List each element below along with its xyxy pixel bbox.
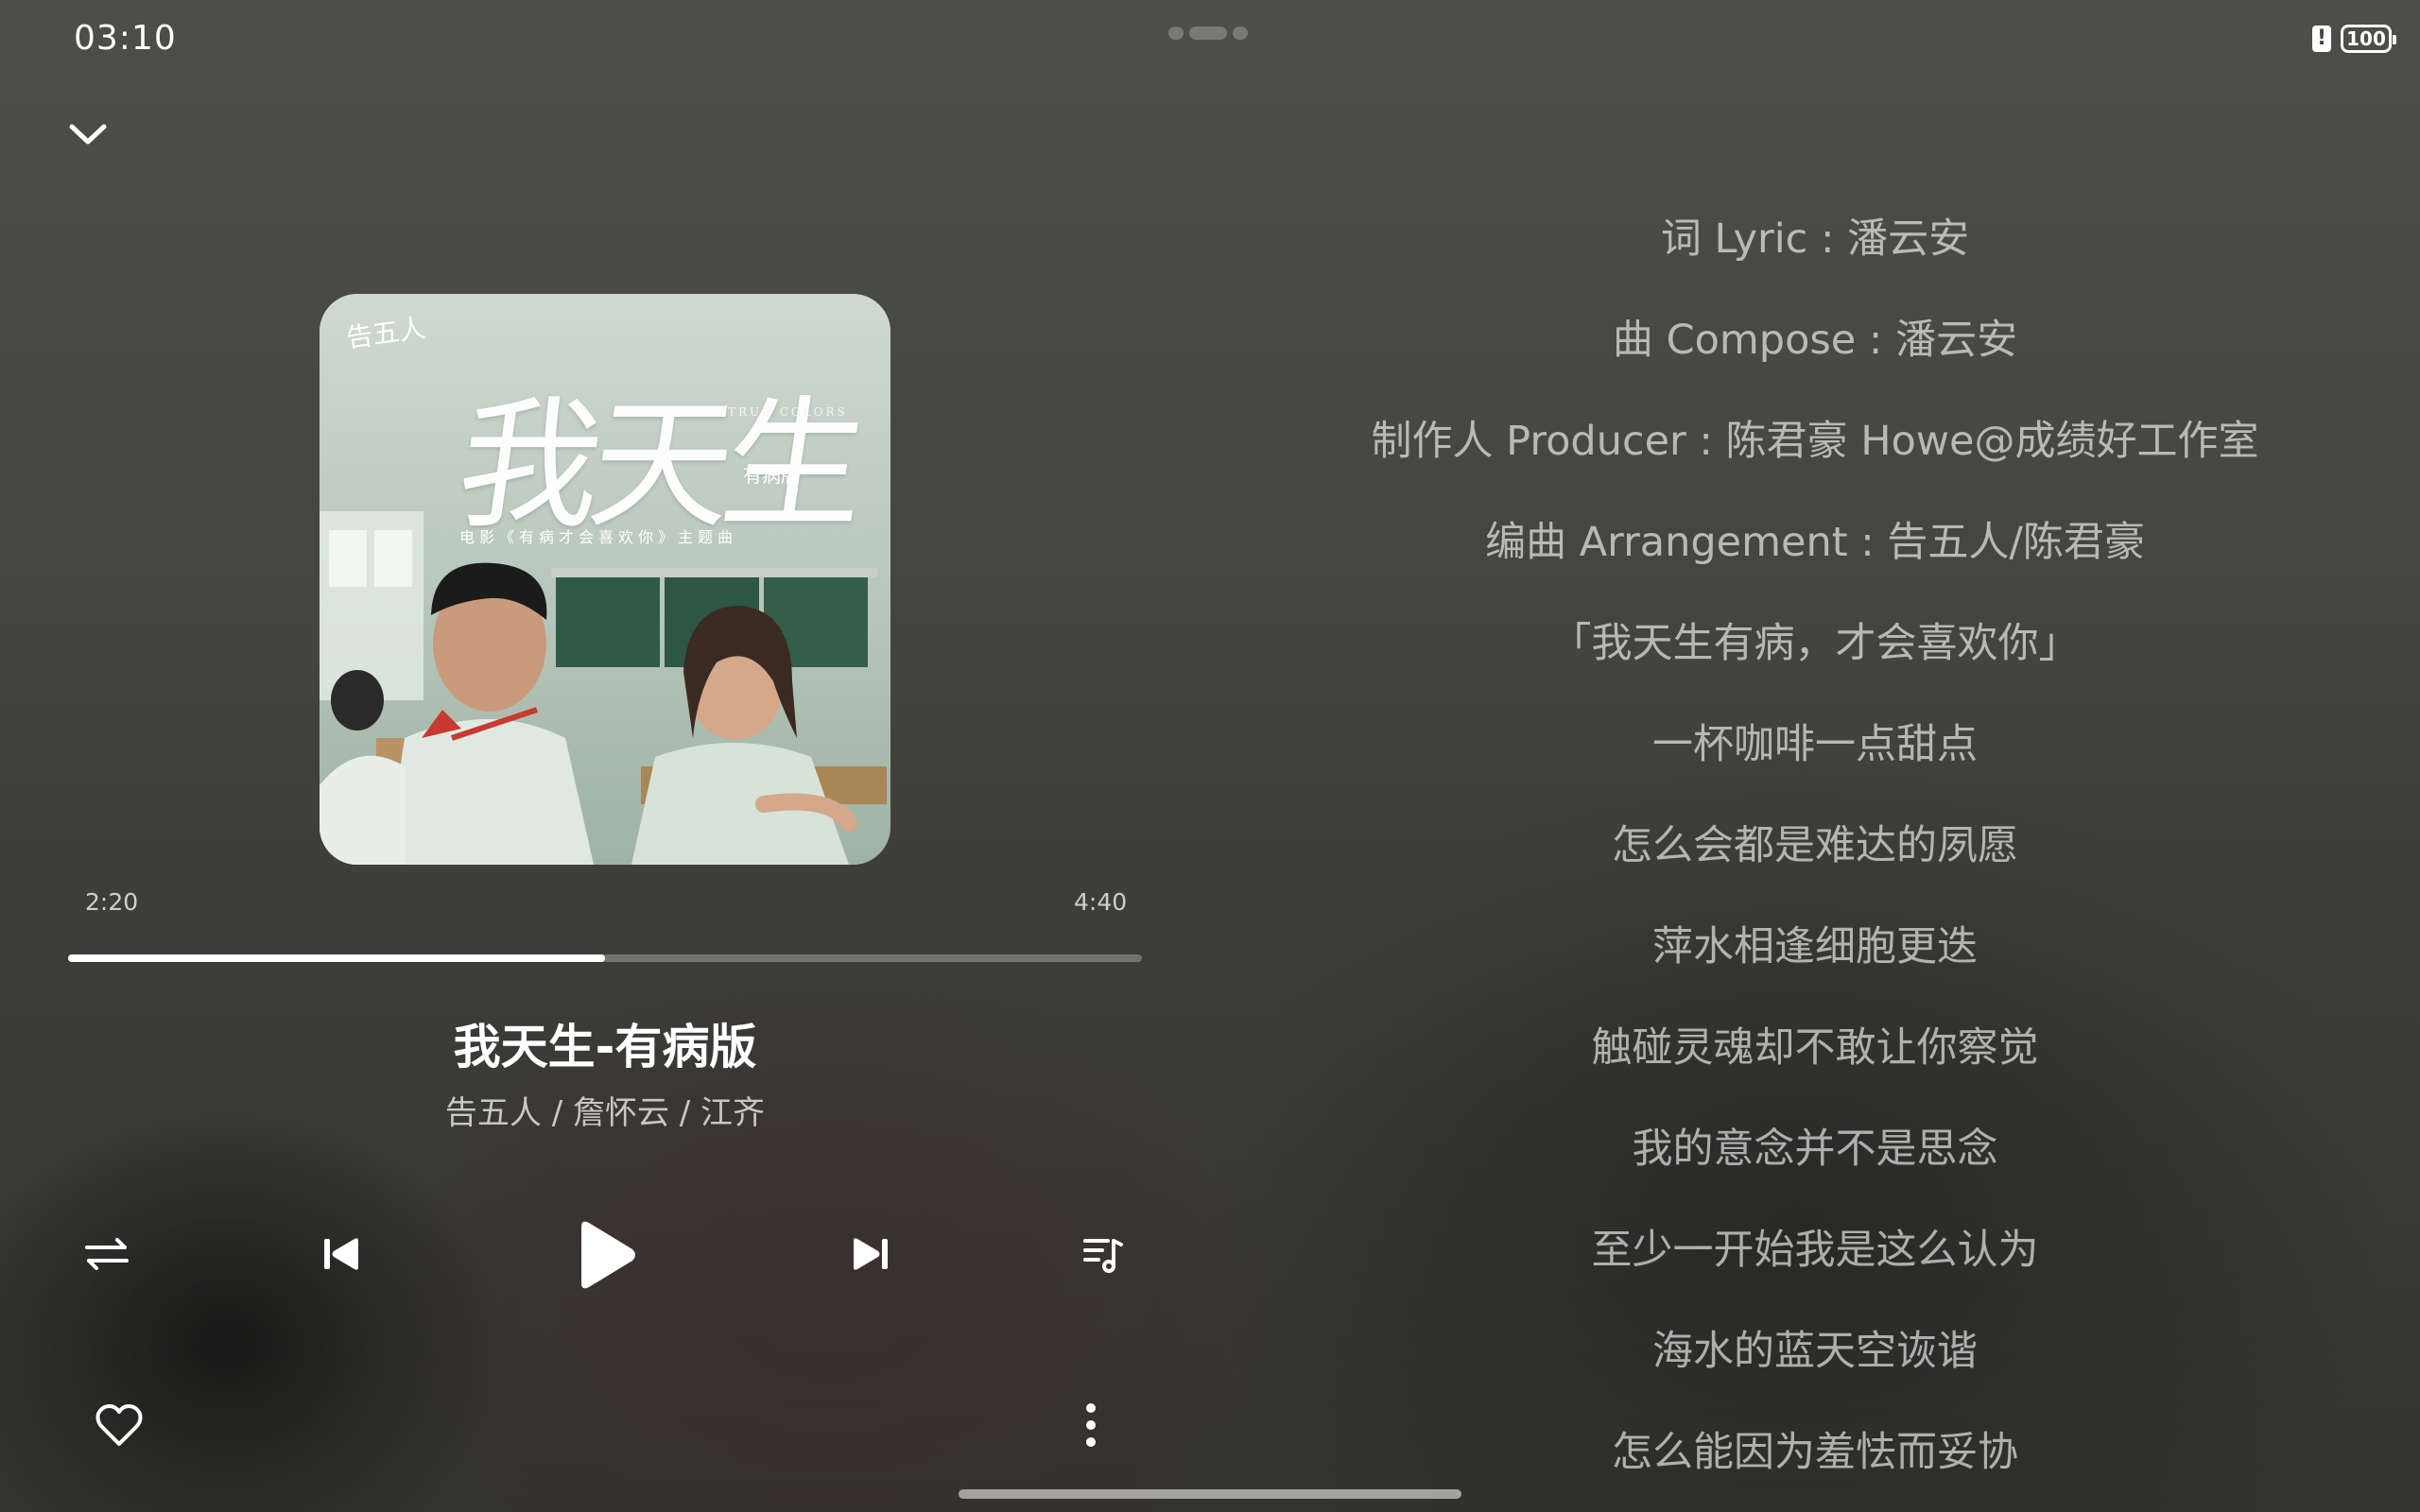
play-icon [581, 1221, 635, 1289]
lyric-line[interactable]: 怎么能因为羞怯而妥协 [1210, 1419, 2420, 1478]
lyric-line[interactable]: 一杯咖啡一点甜点 [1210, 712, 2420, 770]
lyric-line[interactable]: 海水的蓝天空诙谐 [1210, 1318, 2420, 1377]
lyric-line[interactable]: 编曲 Arrangement : 告五人/陈君豪 [1210, 509, 2420, 568]
lyric-line[interactable]: 制作人 Producer : 陈君豪 Howe@成绩好工作室 [1210, 408, 2420, 467]
total-time: 4:40 [1074, 888, 1128, 916]
home-indicator[interactable] [959, 1489, 1461, 1499]
song-title: 我天生-有病版 [453, 1020, 757, 1074]
lyric-line[interactable]: 怎么会都是难达的夙愿 [1210, 813, 2420, 871]
status-time: 03:10 [74, 19, 177, 58]
lyric-line[interactable]: 「我天生有病，才会喜欢你」 [1210, 610, 2420, 669]
previous-button[interactable] [316, 1228, 367, 1280]
lyric-line[interactable]: 曲 Compose : 潘云安 [1210, 307, 2420, 366]
album-title-en: TRUE COLORS [728, 405, 848, 419]
repeat-order-icon [85, 1238, 129, 1270]
progress-bar[interactable] [68, 954, 1142, 962]
skip-next-icon [854, 1238, 888, 1270]
progress-fill [68, 954, 605, 962]
playlist-icon [1083, 1239, 1123, 1273]
lyrics-panel[interactable]: 词 Lyric : 潘云安 曲 Compose : 潘云安 制作人 Produc… [1210, 0, 2420, 1512]
album-cover[interactable]: 告五人 我天生 TRUE COLORS 有病版 电影《有病才会喜欢你》主题曲 [320, 294, 890, 865]
play-button[interactable] [565, 1215, 645, 1295]
lyric-line[interactable]: 至少一开始我是这么认为 [1210, 1217, 2420, 1276]
lyric-line[interactable]: 词 Lyric : 潘云安 [1210, 206, 2420, 265]
song-artists[interactable]: 告五人 / 詹怀云 / 江齐 [0, 1087, 1210, 1133]
lyric-line[interactable]: 触碰灵魂却不敢让你察觉 [1210, 1015, 2420, 1074]
favorite-button[interactable] [93, 1399, 146, 1452]
album-tagline: 电影《有病才会喜欢你》主题曲 [459, 528, 738, 546]
heart-icon [95, 1404, 143, 1446]
collapse-button[interactable] [64, 112, 112, 159]
current-time: 2:20 [85, 888, 139, 916]
more-vertical-icon [1086, 1403, 1096, 1447]
more-button[interactable] [1064, 1399, 1117, 1452]
lyric-line[interactable]: 萍水相逢细胞更迭 [1210, 914, 2420, 972]
repeat-mode-button[interactable] [81, 1228, 132, 1280]
chevron-down-icon [69, 124, 107, 145]
lyric-line[interactable]: 我的意念并不是思念 [1210, 1116, 2420, 1175]
playlist-button[interactable] [1078, 1228, 1129, 1280]
skip-previous-icon [324, 1238, 358, 1270]
next-button[interactable] [845, 1228, 896, 1280]
album-subtitle: 有病版 [743, 464, 800, 487]
